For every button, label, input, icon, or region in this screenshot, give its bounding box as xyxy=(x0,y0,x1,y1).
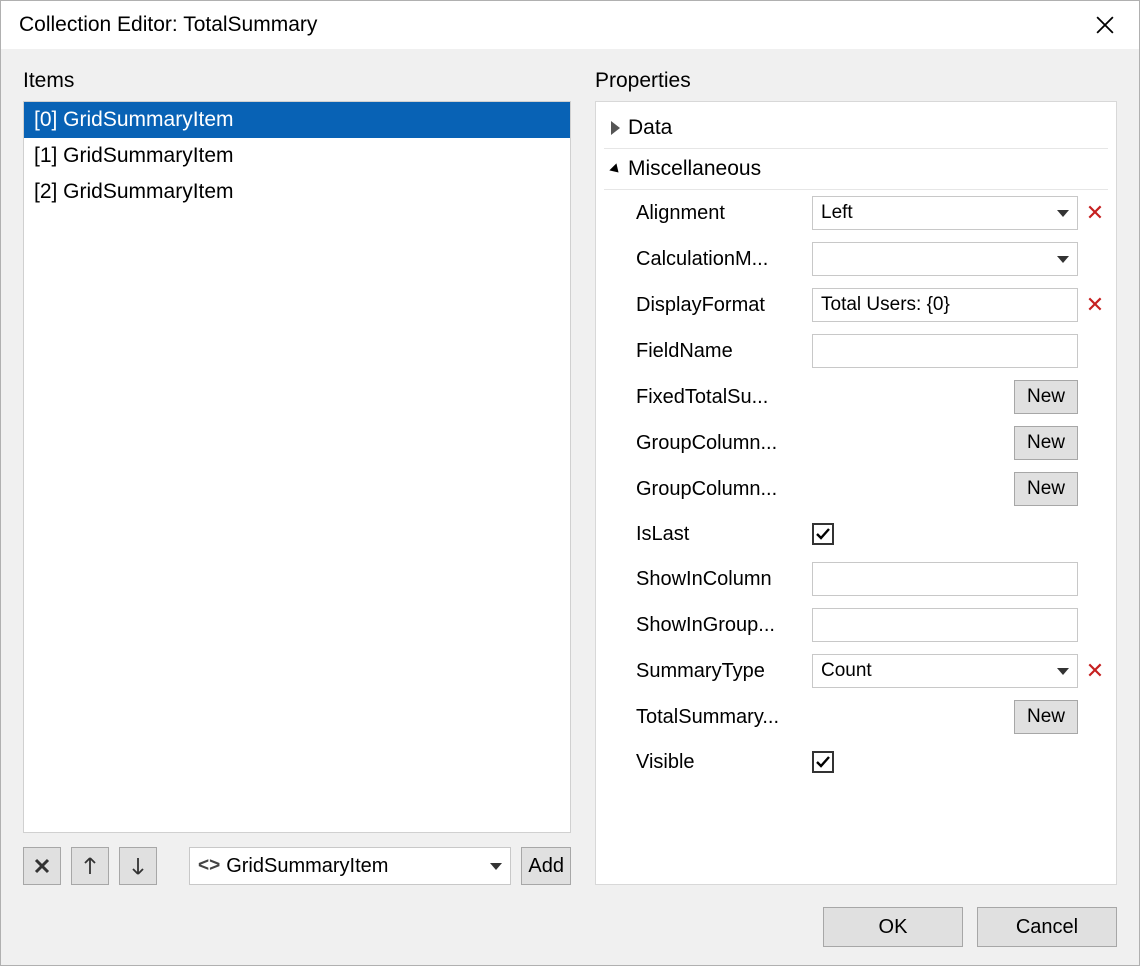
reset-button[interactable]: ✕ xyxy=(1084,660,1106,682)
list-item[interactable]: [2] GridSummaryItem xyxy=(24,174,570,210)
reset-button[interactable]: ✕ xyxy=(1084,202,1106,224)
summary-type-combo[interactable]: Count xyxy=(812,654,1078,688)
properties-heading: Properties xyxy=(595,69,1117,93)
prop-label: GroupColumn... xyxy=(636,432,804,455)
visible-checkbox[interactable] xyxy=(812,751,834,773)
new-button[interactable]: New xyxy=(1014,700,1078,734)
show-in-group-input[interactable] xyxy=(812,608,1078,642)
combo-value: Count xyxy=(821,660,1057,682)
close-icon xyxy=(1096,16,1114,34)
titlebar: Collection Editor: TotalSummary xyxy=(1,1,1139,49)
prop-visible: Visible xyxy=(604,740,1108,784)
category-label: Miscellaneous xyxy=(628,157,761,181)
category-label: Data xyxy=(628,116,672,140)
prop-alignment: Alignment Left ✕ xyxy=(604,190,1108,236)
items-column: Items [0] GridSummaryItem [1] GridSummar… xyxy=(23,69,571,885)
calculation-mode-combo[interactable] xyxy=(812,242,1078,276)
items-heading: Items xyxy=(23,69,571,93)
add-button[interactable]: Add xyxy=(521,847,571,885)
prop-label: IsLast xyxy=(636,523,804,546)
arrow-down-icon xyxy=(131,857,145,875)
arrow-up-icon xyxy=(83,857,97,875)
cancel-button[interactable]: Cancel xyxy=(977,907,1117,947)
prop-label: Visible xyxy=(636,751,804,774)
prop-label: FixedTotalSu... xyxy=(636,386,804,409)
check-icon xyxy=(815,754,831,770)
prop-field-name: FieldName xyxy=(604,328,1108,374)
prop-label: CalculationM... xyxy=(636,248,804,271)
type-selector-label: GridSummaryItem xyxy=(226,855,484,878)
prop-fixed-total-summary: FixedTotalSu... New xyxy=(604,374,1108,420)
prop-display-format: DisplayFormat ✕ xyxy=(604,282,1108,328)
dialog-footer: OK Cancel xyxy=(1,893,1139,965)
properties-panel: Data Miscellaneous Alignment Left xyxy=(595,101,1117,885)
category-data[interactable]: Data xyxy=(604,108,1108,149)
items-toolbar: <> GridSummaryItem Add xyxy=(23,847,571,885)
new-button[interactable]: New xyxy=(1014,472,1078,506)
prop-label: TotalSummary... xyxy=(636,706,804,729)
prop-group-column-1: GroupColumn... New xyxy=(604,420,1108,466)
prop-label: GroupColumn... xyxy=(636,478,804,501)
close-button[interactable] xyxy=(1085,9,1125,41)
prop-show-in-group: ShowInGroup... xyxy=(604,602,1108,648)
items-list[interactable]: [0] GridSummaryItem [1] GridSummaryItem … xyxy=(23,101,571,833)
dialog-title: Collection Editor: TotalSummary xyxy=(19,13,317,37)
chevron-down-icon xyxy=(1057,256,1069,263)
move-down-button[interactable] xyxy=(119,847,157,885)
code-brackets-icon: <> xyxy=(198,855,220,877)
is-last-checkbox[interactable] xyxy=(812,523,834,545)
prop-label: ShowInColumn xyxy=(636,568,804,591)
move-up-button[interactable] xyxy=(71,847,109,885)
prop-label: SummaryType xyxy=(636,660,804,683)
prop-summary-type: SummaryType Count ✕ xyxy=(604,648,1108,694)
collapse-icon xyxy=(608,163,622,175)
prop-is-last: IsLast xyxy=(604,512,1108,556)
prop-total-summary: TotalSummary... New xyxy=(604,694,1108,740)
expand-icon xyxy=(608,121,622,135)
combo-value: Left xyxy=(821,202,1057,224)
chevron-down-icon xyxy=(1057,210,1069,217)
prop-label: ShowInGroup... xyxy=(636,614,804,637)
x-icon xyxy=(34,858,50,874)
chevron-down-icon xyxy=(490,863,502,870)
properties-column: Properties Data Miscellaneous Alignment xyxy=(595,69,1117,885)
field-name-input[interactable] xyxy=(812,334,1078,368)
prop-calculation-mode: CalculationM... xyxy=(604,236,1108,282)
prop-label: DisplayFormat xyxy=(636,294,804,317)
list-item[interactable]: [1] GridSummaryItem xyxy=(24,138,570,174)
type-selector[interactable]: <> GridSummaryItem xyxy=(189,847,511,885)
list-item[interactable]: [0] GridSummaryItem xyxy=(24,102,570,138)
reset-button[interactable]: ✕ xyxy=(1084,294,1106,316)
prop-label: Alignment xyxy=(636,202,804,225)
remove-button[interactable] xyxy=(23,847,61,885)
prop-group-column-2: GroupColumn... New xyxy=(604,466,1108,512)
new-button[interactable]: New xyxy=(1014,426,1078,460)
collection-editor-dialog: Collection Editor: TotalSummary Items [0… xyxy=(0,0,1140,966)
display-format-input[interactable] xyxy=(812,288,1078,322)
category-miscellaneous[interactable]: Miscellaneous xyxy=(604,149,1108,190)
show-in-column-input[interactable] xyxy=(812,562,1078,596)
alignment-combo[interactable]: Left xyxy=(812,196,1078,230)
new-button[interactable]: New xyxy=(1014,380,1078,414)
content-area: Items [0] GridSummaryItem [1] GridSummar… xyxy=(1,49,1139,893)
check-icon xyxy=(815,526,831,542)
prop-show-in-column: ShowInColumn xyxy=(604,556,1108,602)
prop-label: FieldName xyxy=(636,340,804,363)
chevron-down-icon xyxy=(1057,668,1069,675)
ok-button[interactable]: OK xyxy=(823,907,963,947)
